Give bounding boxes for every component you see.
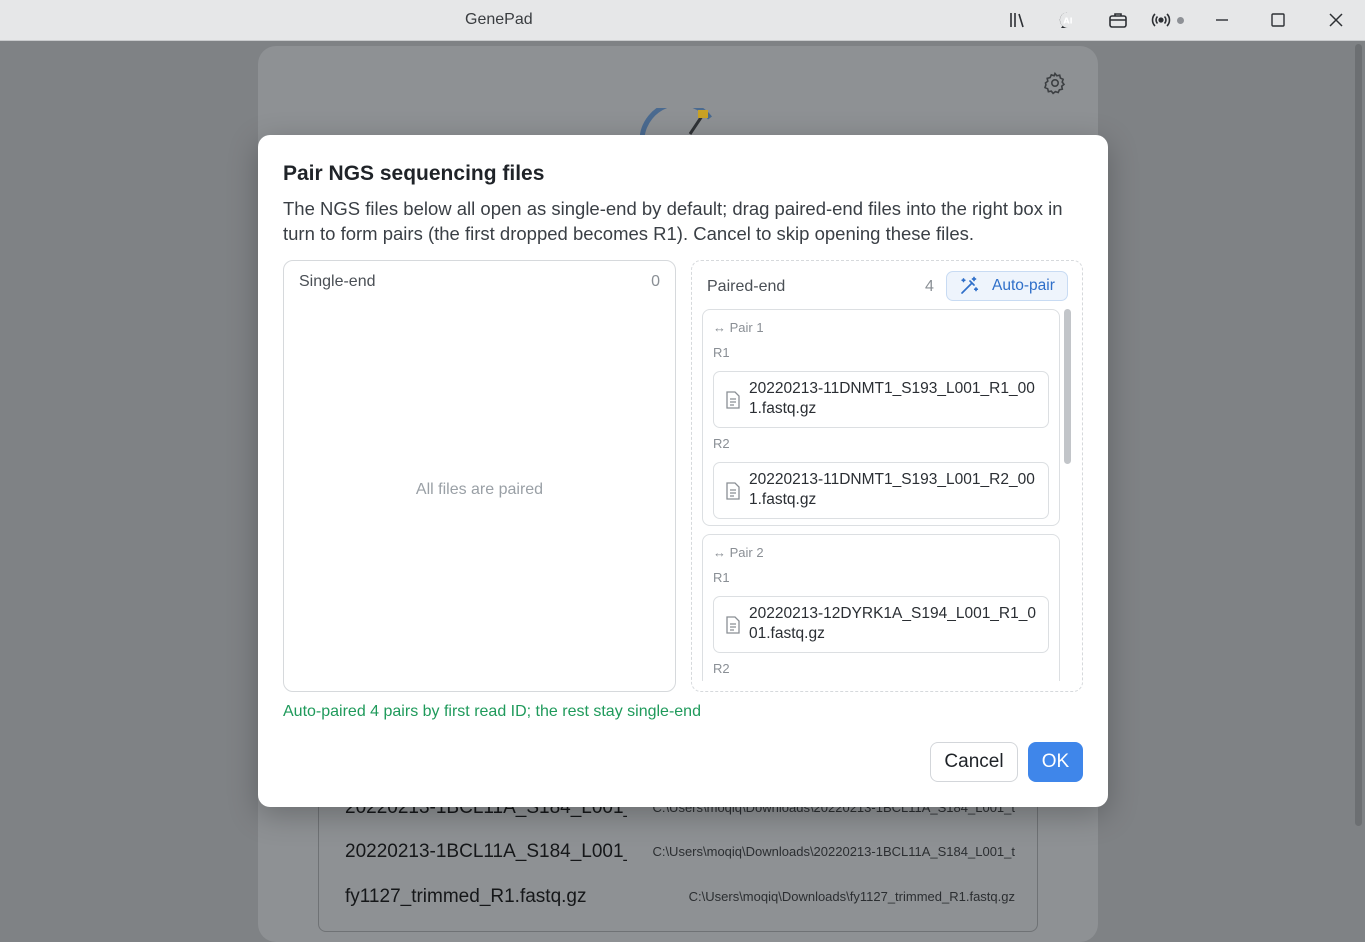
paired-end-count: 4 <box>925 278 934 295</box>
window-scrollbar[interactable] <box>1355 44 1362 826</box>
pair-label: ↔ Pair 2 <box>713 545 764 560</box>
library-icon[interactable] <box>1006 8 1030 32</box>
pairs-scrollbar[interactable] <box>1063 309 1072 681</box>
pair-label: ↔ Pair 1 <box>713 320 764 335</box>
settings-gear-icon[interactable] <box>1043 71 1067 95</box>
auto-pair-label: Auto-pair <box>992 277 1055 294</box>
file-item[interactable]: 20220213-11DNMT1_S193_L001_R1_001.fastq.… <box>713 371 1049 428</box>
status-message: Auto-paired 4 pairs by first read ID; th… <box>283 703 701 720</box>
ai-icon[interactable]: AI <box>1056 8 1080 32</box>
empty-state-text: All files are paired <box>415 481 544 498</box>
minimize-icon[interactable] <box>1210 8 1234 32</box>
close-icon[interactable] <box>1324 8 1348 32</box>
file-name: 20220213-11DNMT1_S193_L001_R2_001.fastq.… <box>749 471 1035 508</box>
file-name: 20220213-11DNMT1_S193_L001_R1_001.fastq.… <box>749 380 1035 417</box>
single-end-count: 0 <box>651 273 660 290</box>
document-icon <box>725 391 741 409</box>
r1-label: R1 <box>713 570 730 585</box>
list-item: fy1127_trimmed_R1.fastq.gz C:\Users\moqi… <box>345 886 1015 907</box>
app-title: GenePad <box>465 11 533 28</box>
document-icon <box>725 616 741 634</box>
single-end-label: Single-end <box>299 273 376 290</box>
connection-status-dot <box>1177 17 1184 24</box>
dialog-description: The NGS files below all open as single-e… <box>283 198 1063 244</box>
cancel-button[interactable]: Cancel <box>930 742 1018 782</box>
list-item: 20220213-1BCL11A_S184_L001_tr C:\Users\m… <box>345 841 1015 862</box>
auto-pair-button[interactable]: Auto-pair <box>946 271 1068 301</box>
paired-end-label: Paired-end <box>707 278 786 295</box>
file-item[interactable]: 20220213-12DYRK1A_S194_L001_R1_001.fastq… <box>713 596 1049 653</box>
r2-label: R2 <box>713 436 730 451</box>
pairs-scroll-area[interactable]: ↔ Pair 1 R1 20220213-11DNMT1_S193_L001_R… <box>702 309 1060 681</box>
pair-files-dialog: Pair NGS sequencing files The NGS files … <box>258 135 1108 807</box>
maximize-icon[interactable] <box>1266 8 1290 32</box>
magic-wand-icon <box>961 276 979 294</box>
file-name: 20220213-12DYRK1A_S194_L001_R1_001.fastq… <box>749 605 1036 642</box>
scrollbar-thumb[interactable] <box>1064 309 1071 464</box>
svg-text:AI: AI <box>1063 17 1072 26</box>
r1-label: R1 <box>713 345 730 360</box>
paired-end-dropzone[interactable]: Paired-end 4 Auto-pair ↔ Pair 1 R1 20220… <box>691 260 1083 692</box>
document-icon <box>725 482 741 500</box>
broadcast-icon[interactable] <box>1149 8 1173 32</box>
pair-card: ↔ Pair 2 R1 20220213-12DYRK1A_S194_L001_… <box>702 534 1060 681</box>
title-bar: GenePad AI <box>0 0 1365 41</box>
single-end-dropzone[interactable]: Single-end 0 All files are paired <box>283 260 676 692</box>
ok-button[interactable]: OK <box>1028 742 1083 782</box>
briefcase-icon[interactable] <box>1106 8 1130 32</box>
app-logo-icon <box>639 100 720 139</box>
file-item[interactable]: 20220213-11DNMT1_S193_L001_R2_001.fastq.… <box>713 462 1049 519</box>
r2-label: R2 <box>713 661 730 676</box>
pair-card: ↔ Pair 1 R1 20220213-11DNMT1_S193_L001_R… <box>702 309 1060 526</box>
background-file-list: 20220213-1BCL11A_S184_L001_tr C:\Users\m… <box>318 790 1038 932</box>
dialog-title: Pair NGS sequencing files <box>283 162 545 185</box>
